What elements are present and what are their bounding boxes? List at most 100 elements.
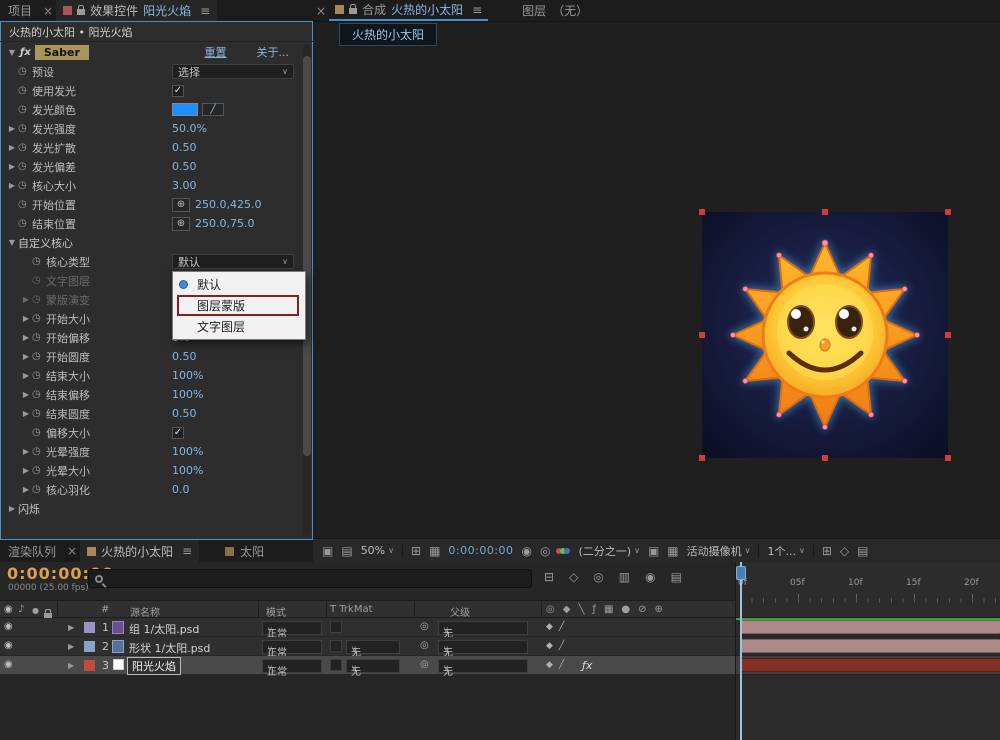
- region-of-interest-icon[interactable]: ▣: [648, 544, 659, 558]
- twirl-icon[interactable]: ▶: [6, 162, 18, 171]
- blend-mode-dropdown[interactable]: 正常∨: [262, 621, 322, 635]
- close-icon[interactable]: ×: [64, 544, 80, 558]
- selection-handle[interactable]: [945, 209, 951, 215]
- stopwatch-icon[interactable]: ◷: [18, 123, 32, 134]
- stopwatch-icon[interactable]: ◷: [18, 142, 32, 153]
- column-source-name[interactable]: 源名称: [130, 604, 160, 619]
- comp-nav-tab[interactable]: 火热的小太阳: [339, 23, 437, 46]
- about-link[interactable]: 关于...: [257, 44, 290, 60]
- row-core-size[interactable]: ▶◷核心大小3.00: [0, 176, 313, 195]
- column-trkmat[interactable]: T TrkMat: [330, 604, 373, 615]
- row-start-roundness[interactable]: ▶◷开始圆度0.50: [0, 347, 313, 366]
- close-icon[interactable]: ×: [40, 4, 56, 18]
- row-start-position[interactable]: ◷开始位置⊕250.0,425.0: [0, 195, 313, 214]
- shy-icon[interactable]: ◎: [593, 570, 603, 584]
- color-swatch[interactable]: [172, 103, 198, 116]
- stopwatch-icon[interactable]: ◷: [18, 218, 32, 229]
- row-customize-core-group[interactable]: ▼自定义核心: [0, 233, 313, 252]
- mask-visibility-icon[interactable]: ▦: [429, 544, 440, 558]
- search-input[interactable]: [109, 573, 525, 585]
- eye-icon[interactable]: ◉: [4, 640, 13, 651]
- blend-mode-dropdown[interactable]: 正常∨: [262, 659, 322, 673]
- layer-duration-bar[interactable]: [740, 639, 1000, 653]
- pick-whip-icon[interactable]: ◎: [420, 621, 429, 632]
- selection-handle[interactable]: [699, 209, 705, 215]
- twirl-icon[interactable]: ▶: [6, 143, 18, 152]
- twirl-icon[interactable]: ▶: [20, 447, 32, 456]
- row-glow-bias[interactable]: ▶◷发光偏差0.50: [0, 157, 313, 176]
- label-color-chip[interactable]: [84, 622, 95, 633]
- stopwatch-icon[interactable]: ◷: [32, 313, 46, 324]
- position-value[interactable]: 250.0,75.0: [195, 217, 254, 230]
- row-offset-size[interactable]: ◷偏移大小✓: [0, 423, 313, 442]
- position-value[interactable]: 250.0,425.0: [195, 198, 261, 211]
- layer-switches[interactable]: ◆╱: [546, 641, 570, 651]
- property-value[interactable]: 0.50: [172, 350, 197, 363]
- preserve-transparency-checkbox[interactable]: [330, 621, 342, 633]
- snapshot-icon[interactable]: ◉: [522, 544, 532, 558]
- row-glow-intensity[interactable]: ▶◷发光强度50.0%: [0, 119, 313, 138]
- stopwatch-icon[interactable]: ◷: [32, 389, 46, 400]
- property-value[interactable]: 100%: [172, 388, 203, 401]
- selection-handle[interactable]: [945, 455, 951, 461]
- layer-row-1[interactable]: ◉ ▶ 1 组 1/太阳.psd 正常∨ ◎ 无∨ ◆╱: [0, 618, 735, 637]
- property-value[interactable]: 0.0: [172, 483, 190, 496]
- show-snapshot-icon[interactable]: ◎: [540, 544, 550, 558]
- stopwatch-icon[interactable]: ◷: [32, 446, 46, 457]
- twirl-icon[interactable]: ▶: [20, 485, 32, 494]
- effect-name[interactable]: Saber: [35, 45, 89, 60]
- preset-dropdown[interactable]: 选择∨: [172, 64, 294, 79]
- twirl-open-icon[interactable]: ▼: [6, 238, 18, 247]
- label-color-chip[interactable]: [84, 641, 95, 652]
- property-value[interactable]: 0.50: [172, 160, 197, 173]
- stopwatch-icon[interactable]: ◷: [18, 104, 32, 115]
- selection-handle[interactable]: [699, 332, 705, 338]
- tab-project[interactable]: 项目: [0, 2, 40, 19]
- row-halo-intensity[interactable]: ▶◷光晕强度100%: [0, 442, 313, 461]
- twirl-open-icon[interactable]: ▼: [6, 48, 18, 57]
- property-value[interactable]: 50.0%: [172, 122, 207, 135]
- twirl-icon[interactable]: ▶: [20, 466, 32, 475]
- menu-item-layer-mask[interactable]: 图层蒙版: [173, 295, 305, 316]
- tab-render-queue[interactable]: 渲染队列: [0, 543, 64, 560]
- stopwatch-icon[interactable]: ◷: [32, 427, 46, 438]
- column-mode[interactable]: 模式: [266, 604, 286, 619]
- panel-menu-icon[interactable]: ≡: [182, 544, 192, 558]
- label-color-chip[interactable]: [84, 660, 95, 671]
- lock-icon[interactable]: [349, 8, 357, 14]
- playhead-line[interactable]: [740, 562, 742, 740]
- property-value[interactable]: 100%: [172, 464, 203, 477]
- row-core-type[interactable]: ◷核心类型默认∨: [0, 252, 313, 271]
- menu-item-text-layer[interactable]: 文字图层: [173, 316, 305, 337]
- twirl-icon[interactable]: ▶: [6, 181, 18, 190]
- row-core-feather[interactable]: ▶◷核心羽化0.0: [0, 480, 313, 499]
- fast-preview-icon[interactable]: ◇: [840, 544, 849, 558]
- trkmat-dropdown[interactable]: 无∨: [346, 659, 400, 673]
- eyedropper-icon[interactable]: ╱: [202, 103, 224, 116]
- preserve-transparency-checkbox[interactable]: [330, 659, 342, 671]
- stopwatch-icon[interactable]: ◷: [18, 161, 32, 172]
- row-enable-glow[interactable]: ◷使用发光✓: [0, 81, 313, 100]
- stopwatch-icon[interactable]: ◷: [32, 332, 46, 343]
- stopwatch-icon[interactable]: ◷: [32, 370, 46, 381]
- column-number[interactable]: #: [101, 604, 109, 615]
- parent-dropdown[interactable]: 无∨: [438, 621, 528, 635]
- twirl-icon[interactable]: ▶: [20, 314, 32, 323]
- layer-name[interactable]: 阳光火焰: [127, 657, 181, 675]
- row-halo-size[interactable]: ▶◷光晕大小100%: [0, 461, 313, 480]
- panel-menu-icon[interactable]: ≡: [200, 4, 210, 18]
- blend-mode-dropdown[interactable]: 正常∨: [262, 640, 322, 654]
- menu-item-default[interactable]: 默认: [173, 274, 305, 295]
- layer-duration-bar[interactable]: [740, 658, 1000, 672]
- panel-menu-icon[interactable]: ≡: [472, 3, 482, 17]
- layer-row-2[interactable]: ◉ ▶ 2 形状 1/太阳.psd 正常∨ 无∨ ◎ 无∨ ◆╱: [0, 637, 735, 656]
- stopwatch-icon[interactable]: ◷: [18, 66, 32, 77]
- offset-size-checkbox[interactable]: ✓: [172, 427, 184, 439]
- twirl-icon[interactable]: ▶: [68, 661, 74, 670]
- preview-timecode[interactable]: 0:00:00:00: [448, 544, 513, 557]
- resolution-dropdown[interactable]: (二分之一)∨: [578, 543, 639, 559]
- row-glow-spread[interactable]: ▶◷发光扩散0.50: [0, 138, 313, 157]
- reset-link[interactable]: 重置: [205, 44, 227, 60]
- eye-icon[interactable]: ◉: [4, 659, 13, 670]
- pixel-aspect-icon[interactable]: ⊞: [822, 544, 832, 558]
